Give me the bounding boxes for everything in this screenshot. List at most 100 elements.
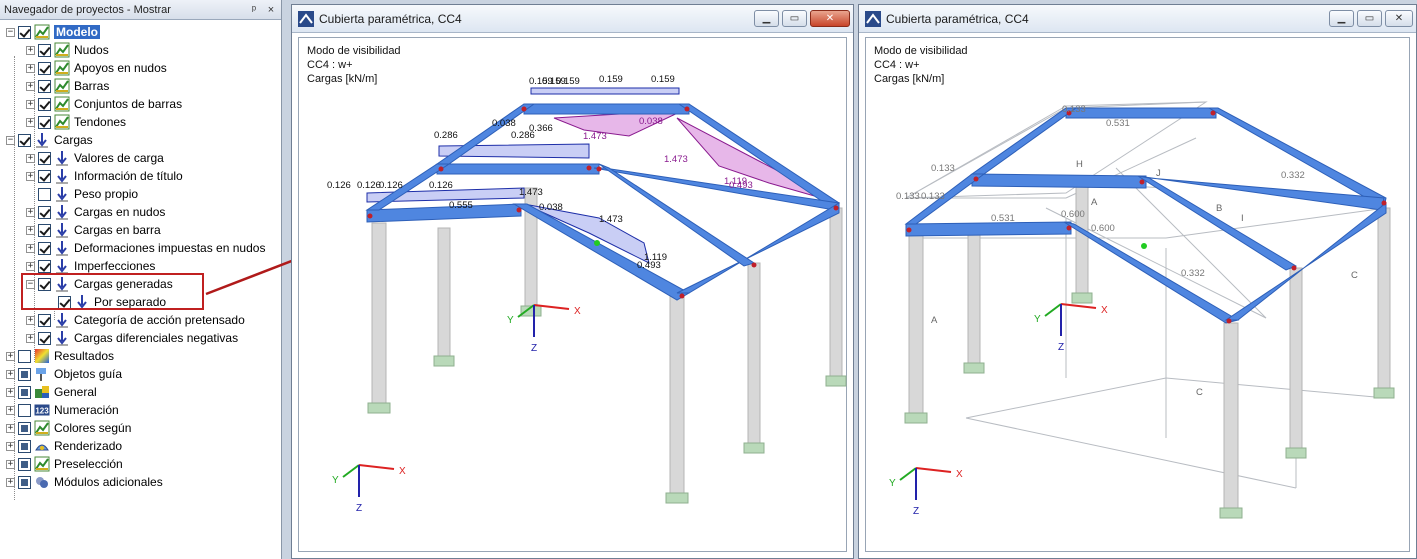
tree-item-label: Conjuntos de barras [74,97,183,111]
expand-toggle[interactable]: + [26,153,35,163]
tree-item[interactable]: + General [6,383,97,401]
load-value-label: 0.126 [429,180,453,191]
load-arrow-icon [54,186,70,202]
visibility-checkbox[interactable] [18,367,31,381]
collapse-toggle[interactable]: − [6,27,15,37]
expand-toggle[interactable]: + [26,117,35,127]
expand-toggle[interactable]: + [26,207,35,217]
minimize-button[interactable]: ▁ [754,10,779,27]
visibility-checkbox[interactable] [38,43,51,57]
expand-toggle[interactable]: + [26,81,35,91]
load-arrow-icon [54,312,70,328]
tree-item-label: Cargas en nudos [74,205,166,219]
visibility-checkbox[interactable] [38,115,51,129]
visibility-checkbox[interactable] [38,223,51,237]
load-value-label: 0.038 [639,116,663,127]
visibility-checkbox[interactable] [18,439,31,453]
close-icon[interactable]: × [264,3,278,17]
maximize-button[interactable]: ▭ [782,10,807,27]
eave-beam [905,221,1072,237]
tree-item[interactable]: + Tendones [26,113,126,131]
visibility-checkbox[interactable] [18,385,31,399]
expand-toggle[interactable]: + [26,333,35,343]
expand-toggle[interactable]: + [6,441,15,451]
tree-item-label: Objetos guía [54,367,123,381]
pin-icon[interactable]: ᵖ [247,3,261,17]
close-button[interactable]: ✕ [1385,10,1413,27]
visibility-checkbox[interactable] [38,205,51,219]
node-point [1381,200,1387,206]
tree-item[interactable]: − Modelo [6,23,100,41]
tree-item[interactable]: + Colores según [6,419,131,437]
expand-toggle[interactable]: + [26,45,35,55]
tree-item[interactable]: +123 Numeración [6,401,119,419]
expand-toggle[interactable]: + [6,477,15,487]
expand-toggle[interactable]: + [26,171,35,181]
tree-item[interactable]: + Objetos guía [6,365,122,383]
expand-toggle[interactable]: + [26,63,35,73]
tree-item[interactable]: + Preselección [6,455,123,473]
visibility-checkbox[interactable] [38,259,51,273]
tree-item[interactable]: + Categoría de acción pretensado [26,311,245,329]
expand-toggle[interactable]: + [6,351,15,361]
region-label: B [1216,203,1222,214]
tree-item[interactable]: + Valores de carga [26,149,164,167]
tree-item[interactable]: + Resultados [6,347,114,365]
visibility-checkbox[interactable] [18,25,31,39]
3d-scene-2[interactable]: 0.1330.5310.1330.133 0.1330.531 0.6000.600… [866,38,1411,553]
center-point [1141,243,1147,249]
tree-item[interactable]: + Conjuntos de barras [26,95,182,113]
minimize-button[interactable]: ▁ [1329,10,1354,27]
visibility-checkbox[interactable] [38,169,51,183]
visibility-checkbox[interactable] [38,61,51,75]
tree-item[interactable]: Peso propio [26,185,138,203]
guide-icon [34,366,50,382]
expand-toggle[interactable]: + [26,225,35,235]
tree-item[interactable]: + Módulos adicionales [6,473,163,491]
close-button[interactable]: ✕ [810,10,850,27]
visibility-checkbox[interactable] [18,403,31,417]
expand-toggle[interactable]: + [6,369,15,379]
expand-toggle[interactable]: + [6,423,15,433]
expand-toggle[interactable]: + [26,261,35,271]
tree-item[interactable]: + Nudos [26,41,109,59]
expand-toggle[interactable]: + [6,459,15,469]
visibility-checkbox[interactable] [38,79,51,93]
tree-item[interactable]: + Información de título [26,167,183,185]
expand-toggle[interactable]: + [26,99,35,109]
expand-toggle[interactable]: + [26,243,35,253]
visibility-checkbox[interactable] [38,187,51,201]
expand-toggle[interactable]: + [6,387,15,397]
tree-item[interactable]: + Cargas en barra [26,221,161,239]
maximize-button[interactable]: ▭ [1357,10,1382,27]
tree-item-label: Barras [74,79,110,93]
footing [825,375,847,387]
highlight-box [21,273,204,310]
window-2-title: Cubierta paramétrica, CC4 [886,11,1029,26]
visibility-checkbox[interactable] [38,331,51,345]
visibility-checkbox[interactable] [18,475,31,489]
visibility-checkbox[interactable] [18,421,31,435]
tree-item[interactable]: + Cargas en nudos [26,203,165,221]
model-view-2[interactable]: Modo de visibilidad CC4 : w+ Cargas [kN/… [865,37,1410,552]
visibility-checkbox[interactable] [38,97,51,111]
visibility-checkbox[interactable] [38,151,51,165]
column [908,227,924,414]
y-axis-label: Y [889,478,896,489]
visibility-checkbox[interactable] [18,457,31,471]
tree-item[interactable]: + Renderizado [6,437,122,455]
collapse-toggle[interactable]: − [6,135,15,145]
expand-toggle[interactable]: + [6,405,15,415]
visibility-checkbox[interactable] [18,349,31,363]
expand-toggle[interactable]: + [26,315,35,325]
model-view-1[interactable]: Modo de visibilidad CC4 : w+ Cargas [kN/… [298,37,847,552]
tree-item[interactable]: + Apoyos en nudos [26,59,167,77]
footing [1373,387,1395,399]
visibility-checkbox[interactable] [18,133,31,147]
visibility-checkbox[interactable] [38,313,51,327]
visibility-checkbox[interactable] [38,241,51,255]
tree-item[interactable]: − Cargas [6,131,93,149]
3d-scene-1[interactable]: 0.1590.1590.159 0.159 0.1590.286 0.2860.038… [299,38,848,553]
tree-item[interactable]: + Barras [26,77,109,95]
tree-item[interactable]: + Cargas diferenciales negativas [26,329,238,347]
